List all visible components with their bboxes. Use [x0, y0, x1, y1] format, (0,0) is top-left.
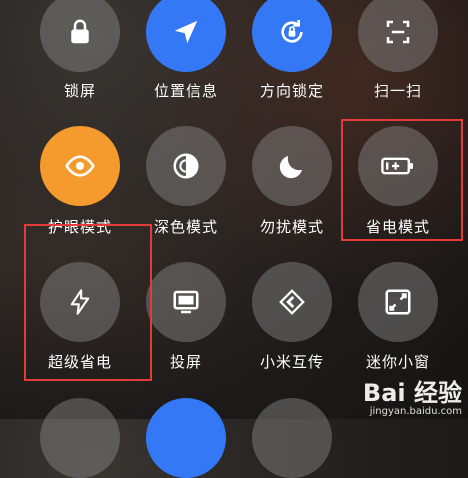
- watermark-brand: Bai 经验: [362, 379, 462, 407]
- highlight-box-ultra-battery-saver: [24, 224, 152, 381]
- mini-window-toggle[interactable]: [358, 262, 438, 342]
- partial-tile[interactable]: [252, 398, 332, 478]
- rotation-lock-icon: [276, 16, 308, 48]
- location-arrow-icon: [171, 17, 201, 47]
- cast-screen-icon: [171, 287, 201, 317]
- mi-share-label: 小米互传: [259, 353, 324, 371]
- scan-icon: [383, 17, 413, 47]
- dark-mode-toggle[interactable]: [146, 126, 226, 206]
- partial-tile[interactable]: [146, 398, 226, 478]
- cast-screen-toggle[interactable]: [146, 262, 226, 342]
- rotation-lock-label: 方向锁定: [259, 82, 324, 100]
- lock-icon: [65, 17, 95, 47]
- mi-share-toggle[interactable]: [252, 262, 332, 342]
- dark-mode-icon: [171, 151, 201, 181]
- do-not-disturb-label: 勿扰模式: [259, 218, 324, 236]
- mini-window-icon: [383, 287, 413, 317]
- mi-share-icon: [277, 287, 307, 317]
- watermark-url: jingyan.baidu.com: [369, 406, 462, 417]
- do-not-disturb-toggle[interactable]: [252, 126, 332, 206]
- scan-label: 扫一扫: [373, 82, 422, 100]
- partial-tile[interactable]: [40, 398, 120, 478]
- baidu-jingyan-watermark: Bai 经验 jingyan.baidu.com: [363, 373, 462, 417]
- location-label: 位置信息: [153, 82, 218, 100]
- moon-icon: [277, 151, 307, 181]
- mini-window-label: 迷你小窗: [365, 353, 430, 371]
- highlight-box-battery-saver: [341, 119, 463, 241]
- eye-icon: [64, 150, 96, 182]
- lock-screen-label: 锁屏: [63, 82, 96, 100]
- eye-care-toggle[interactable]: [40, 126, 120, 206]
